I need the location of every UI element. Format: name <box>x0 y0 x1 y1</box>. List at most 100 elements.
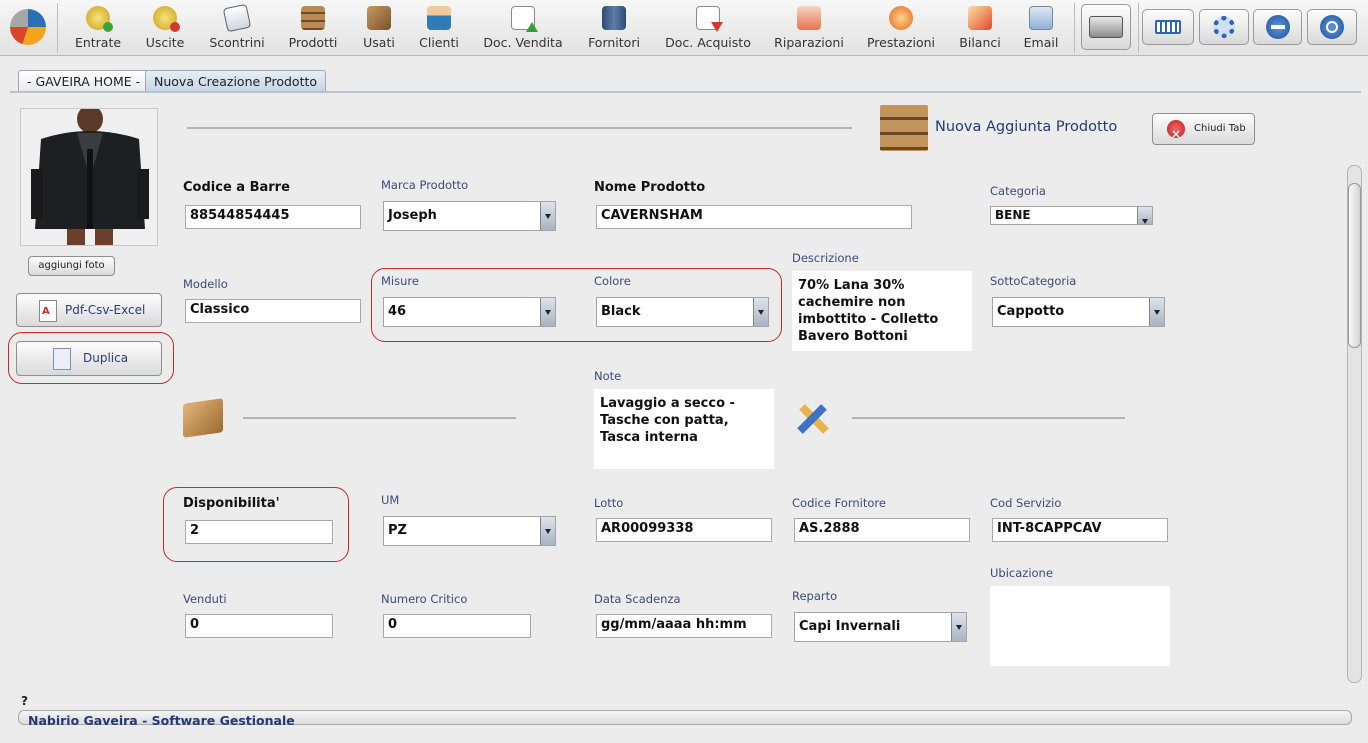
brand-label: Marca Prodotto <box>381 178 469 192</box>
department-select[interactable]: Capi Invernali <box>794 612 967 642</box>
model-label: Modello <box>183 277 228 291</box>
chevron-down-icon[interactable] <box>540 298 555 326</box>
tab-underline <box>10 91 1361 93</box>
pdf-file-icon: A <box>39 300 57 322</box>
availability-label: Disponibilita' <box>183 496 280 511</box>
toolbar-scontrini-button[interactable]: Scontrini <box>204 0 270 56</box>
barcode-input[interactable]: 88544854445 <box>185 205 361 229</box>
tab-bar: - GAVEIRA HOME - Nuova Creazione Prodott… <box>0 56 1368 92</box>
close-icon: × <box>1167 120 1185 141</box>
toolbar-riparazioni-button[interactable]: Riparazioni <box>770 0 848 56</box>
help-indicator[interactable]: ? <box>21 694 28 708</box>
tab-nuova-creazione-prodotto[interactable]: Nuova Creazione Prodotto <box>145 70 327 92</box>
minimize-button[interactable] <box>1253 9 1302 45</box>
description-textarea[interactable]: 70% Lana 30% cachemire non imbottito - C… <box>792 271 972 351</box>
subcategory-label: SottoCategoria <box>990 274 1077 288</box>
lot-input[interactable]: AR00099338 <box>596 518 772 542</box>
toolbar-prodotti-button[interactable]: Prodotti <box>282 0 344 56</box>
category-select[interactable]: BENE <box>990 206 1153 225</box>
expiry-date-label: Data Scadenza <box>594 592 681 606</box>
product-name-input[interactable]: CAVERNSHAM <box>596 205 912 229</box>
toolbar-separator <box>57 3 58 53</box>
duplicate-label: Duplica <box>83 351 129 365</box>
settings-button[interactable] <box>1199 9 1249 45</box>
toolbar-bilanci-button[interactable]: Bilanci <box>954 0 1006 56</box>
barcode-label: Codice a Barre <box>183 180 290 195</box>
doc-sale-icon <box>511 6 538 32</box>
toolbar-usati-button[interactable]: Usati <box>356 0 402 56</box>
chevron-down-icon[interactable] <box>951 613 966 641</box>
unit-select[interactable]: PZ <box>383 516 556 546</box>
export-pdf-csv-excel-button[interactable]: A Pdf-Csv-Excel <box>16 293 162 327</box>
chevron-down-icon[interactable] <box>753 298 768 326</box>
scrollbar-thumb[interactable] <box>1348 183 1361 348</box>
close-tab-label: Chiudi Tab <box>1194 123 1246 134</box>
color-label: Colore <box>594 274 631 288</box>
supplier-code-input[interactable]: AS.2888 <box>794 518 970 542</box>
header-divider <box>187 127 852 129</box>
toolbar-fornitori-button[interactable]: Fornitori <box>582 0 646 56</box>
toolbar-prestazioni-button[interactable]: Prestazioni <box>862 0 940 56</box>
sold-label: Venduti <box>183 592 227 606</box>
export-label: Pdf-Csv-Excel <box>65 303 146 317</box>
main-toolbar: Entrate Uscite Scontrini Prodotti Usati … <box>0 0 1368 56</box>
copy-document-icon <box>53 348 71 370</box>
toolbar-clienti-button[interactable]: Clienti <box>414 0 464 56</box>
balance-icon <box>968 6 992 30</box>
toolbar-entrate-button[interactable]: Entrate <box>68 0 128 56</box>
color-select[interactable]: Black <box>596 297 769 327</box>
toolbar-email-button[interactable]: Email <box>1018 0 1064 56</box>
minimize-icon <box>1265 15 1290 39</box>
toolbar-uscite-button[interactable]: Uscite <box>138 0 192 56</box>
lot-label: Lotto <box>594 496 624 510</box>
boxes-icon <box>183 398 223 438</box>
notes-textarea[interactable]: Lavaggio a secco - Tasche con patta, Tas… <box>594 389 774 469</box>
app-logo-icon[interactable] <box>10 9 46 45</box>
service-icon <box>889 6 913 30</box>
critical-number-input[interactable]: 0 <box>383 614 531 638</box>
supplier-code-label: Codice Fornitore <box>792 496 886 510</box>
sold-input[interactable]: 0 <box>185 614 333 638</box>
chevron-down-icon[interactable] <box>1149 298 1164 326</box>
product-shelf-icon <box>880 105 928 151</box>
toolbar-separator <box>1138 3 1139 53</box>
model-input[interactable]: Classico <box>185 299 361 323</box>
size-select[interactable]: 46 <box>383 297 556 327</box>
settings-icon <box>1213 16 1235 38</box>
tab-gaveira-home[interactable]: - GAVEIRA HOME - <box>18 70 150 92</box>
subcategory-select[interactable]: Cappotto <box>992 297 1165 327</box>
add-photo-button[interactable]: aggiungi foto <box>28 256 115 276</box>
coin-out-icon <box>153 6 180 32</box>
close-tab-button[interactable]: × Chiudi Tab <box>1152 113 1255 145</box>
section-divider <box>243 417 516 419</box>
toolbar-doc-acquisto-button[interactable]: Doc. Acquisto <box>660 0 756 56</box>
page-title: Nuova Aggiunta Prodotto <box>935 119 1118 135</box>
receipt-icon <box>222 3 252 33</box>
product-photo <box>20 108 158 246</box>
keyboard-icon <box>1155 20 1181 34</box>
box-icon <box>367 6 391 30</box>
pencil-ruler-icon <box>793 399 831 437</box>
chevron-down-icon[interactable] <box>540 517 555 545</box>
service-code-input[interactable]: INT-8CAPPCAV <box>992 518 1168 542</box>
keyboard-button[interactable] <box>1142 9 1194 45</box>
duplicate-button[interactable]: Duplica <box>16 341 162 376</box>
unit-label: UM <box>381 493 400 507</box>
expiry-date-input[interactable]: gg/mm/aaaa hh:mm <box>596 614 772 638</box>
chevron-down-icon[interactable] <box>1137 207 1152 224</box>
department-label: Reparto <box>792 589 838 603</box>
coin-in-icon <box>86 6 113 32</box>
notes-label: Note <box>594 369 622 383</box>
location-textarea[interactable] <box>990 586 1170 666</box>
availability-input[interactable]: 2 <box>185 520 333 544</box>
brand-select[interactable]: Joseph <box>383 201 556 231</box>
cash-register-button[interactable] <box>1081 4 1131 50</box>
location-label: Ubicazione <box>990 566 1053 580</box>
doc-purchase-icon <box>696 6 723 32</box>
client-icon <box>427 6 451 30</box>
toolbar-doc-vendita-button[interactable]: Doc. Vendita <box>478 0 568 56</box>
power-button[interactable] <box>1307 9 1357 45</box>
chevron-down-icon[interactable] <box>540 202 555 230</box>
power-icon <box>1320 15 1344 39</box>
section-divider <box>852 417 1125 419</box>
